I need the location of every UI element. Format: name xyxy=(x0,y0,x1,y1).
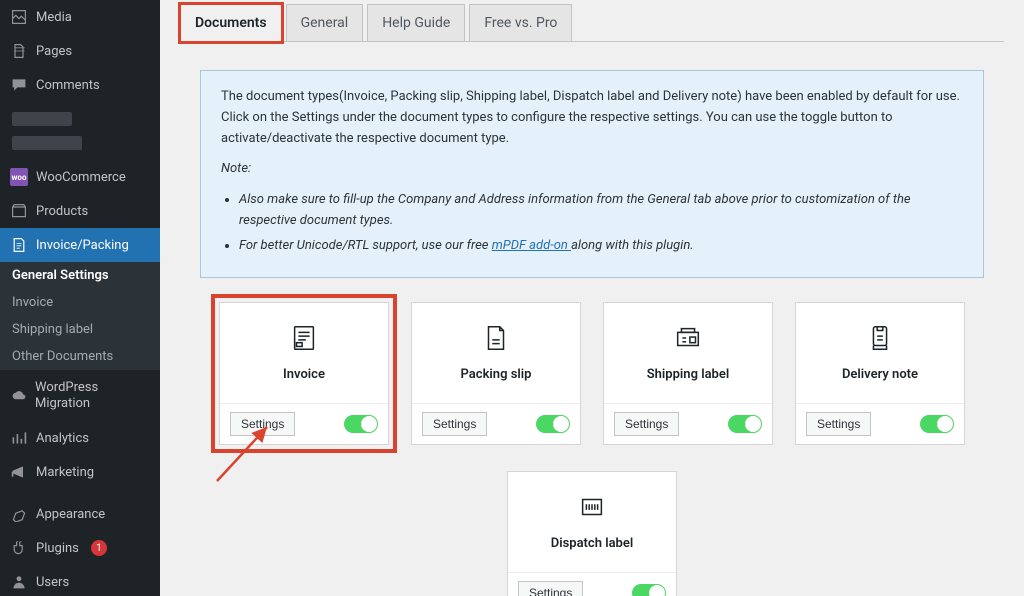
users-icon xyxy=(10,573,28,591)
submenu-general-settings[interactable]: General Settings xyxy=(0,262,160,289)
card-delivery-note: Delivery note Settings xyxy=(795,302,965,445)
sidebar-item-appearance[interactable]: Appearance xyxy=(0,497,160,531)
tab-documents[interactable]: Documents xyxy=(180,4,282,42)
card-dispatch-label: Dispatch label Settings xyxy=(507,471,677,596)
plugins-icon xyxy=(10,539,28,557)
dispatch-icon xyxy=(577,492,607,526)
enable-toggle[interactable] xyxy=(920,415,954,433)
sidebar-label: Pages xyxy=(36,44,72,59)
card-invoice: Invoice Settings xyxy=(219,302,389,445)
sidebar-item-media[interactable]: Media xyxy=(0,0,160,34)
invoice-icon xyxy=(10,236,28,254)
redacted-item xyxy=(12,136,82,150)
enable-toggle[interactable] xyxy=(344,415,378,433)
sidebar-label: Appearance xyxy=(36,507,105,522)
sidebar-label: Comments xyxy=(36,78,100,93)
tab-nav: Documents General Help Guide Free vs. Pr… xyxy=(180,4,1004,42)
document-cards: Invoice Settings Packing slip Settings xyxy=(180,298,1004,449)
sidebar-item-woocommerce[interactable]: woo WooCommerce xyxy=(0,160,160,194)
enable-toggle[interactable] xyxy=(728,415,762,433)
notice-bullet: Also make sure to fill-up the Company an… xyxy=(239,190,963,232)
sidebar-label: Users xyxy=(36,575,69,590)
settings-button[interactable]: Settings xyxy=(518,581,583,596)
media-icon xyxy=(10,8,28,26)
sidebar-label: Media xyxy=(36,10,72,25)
settings-button[interactable]: Settings xyxy=(806,412,871,436)
card-title: Dispatch label xyxy=(551,536,634,551)
card-title: Invoice xyxy=(283,367,325,382)
cloud-icon xyxy=(10,387,27,405)
sidebar-label: Analytics xyxy=(36,431,89,446)
card-shipping-label: Shipping label Settings xyxy=(603,302,773,445)
notice-note-label: Note: xyxy=(221,161,251,176)
enable-toggle[interactable] xyxy=(536,415,570,433)
marketing-icon xyxy=(10,463,28,481)
submenu-other-documents[interactable]: Other Documents xyxy=(0,343,160,370)
sidebar-label: WordPress Migration xyxy=(35,380,150,411)
submenu-shipping-label[interactable]: Shipping label xyxy=(0,316,160,343)
sidebar-item-plugins[interactable]: Plugins 1 xyxy=(0,531,160,565)
redacted-item xyxy=(12,112,72,126)
main-content: Documents General Help Guide Free vs. Pr… xyxy=(160,0,1024,596)
shipping-icon xyxy=(673,323,703,357)
sidebar-item-marketing[interactable]: Marketing xyxy=(0,455,160,489)
card-title: Delivery note xyxy=(842,367,918,382)
sidebar-label: Marketing xyxy=(36,465,94,480)
card-title: Shipping label xyxy=(647,367,730,382)
update-badge: 1 xyxy=(91,540,107,556)
settings-button[interactable]: Settings xyxy=(614,412,679,436)
notice-intro: The document types(Invoice, Packing slip… xyxy=(221,87,963,149)
packing-icon xyxy=(481,323,511,357)
tab-general[interactable]: General xyxy=(286,4,364,42)
sidebar-item-users[interactable]: Users xyxy=(0,565,160,596)
sidebar-item-invoice-packing[interactable]: Invoice/Packing xyxy=(0,228,160,262)
woo-icon: woo xyxy=(10,168,28,186)
sidebar-submenu: General Settings Invoice Shipping label … xyxy=(0,262,160,370)
info-notice: The document types(Invoice, Packing slip… xyxy=(200,70,984,278)
sidebar-item-comments[interactable]: Comments xyxy=(0,68,160,102)
enable-toggle[interactable] xyxy=(632,584,666,596)
sidebar-label: Plugins xyxy=(36,541,79,556)
sidebar-item-migration[interactable]: WordPress Migration xyxy=(0,370,160,421)
invoice-doc-icon xyxy=(289,323,319,357)
notice-bullet: For better Unicode/RTL support, use our … xyxy=(239,236,963,257)
comment-icon xyxy=(10,76,28,94)
page-icon xyxy=(10,42,28,60)
sidebar-label: Products xyxy=(36,204,88,219)
sidebar-label: WooCommerce xyxy=(36,170,126,185)
appearance-icon xyxy=(10,505,28,523)
settings-button[interactable]: Settings xyxy=(230,412,295,436)
tab-free-vs-pro[interactable]: Free vs. Pro xyxy=(469,4,572,42)
sidebar-item-pages[interactable]: Pages xyxy=(0,34,160,68)
tab-help-guide[interactable]: Help Guide xyxy=(367,4,465,42)
admin-sidebar: Media Pages Comments woo WooCommerce Pro… xyxy=(0,0,160,596)
products-icon xyxy=(10,202,28,220)
sidebar-item-products[interactable]: Products xyxy=(0,194,160,228)
mpdf-addon-link[interactable]: mPDF add-on xyxy=(492,238,571,253)
delivery-icon xyxy=(865,323,895,357)
card-packing-slip: Packing slip Settings xyxy=(411,302,581,445)
card-title: Packing slip xyxy=(461,367,532,382)
analytics-icon xyxy=(10,429,28,447)
submenu-invoice[interactable]: Invoice xyxy=(0,289,160,316)
sidebar-label: Invoice/Packing xyxy=(36,238,129,253)
sidebar-item-analytics[interactable]: Analytics xyxy=(0,421,160,455)
settings-button[interactable]: Settings xyxy=(422,412,487,436)
